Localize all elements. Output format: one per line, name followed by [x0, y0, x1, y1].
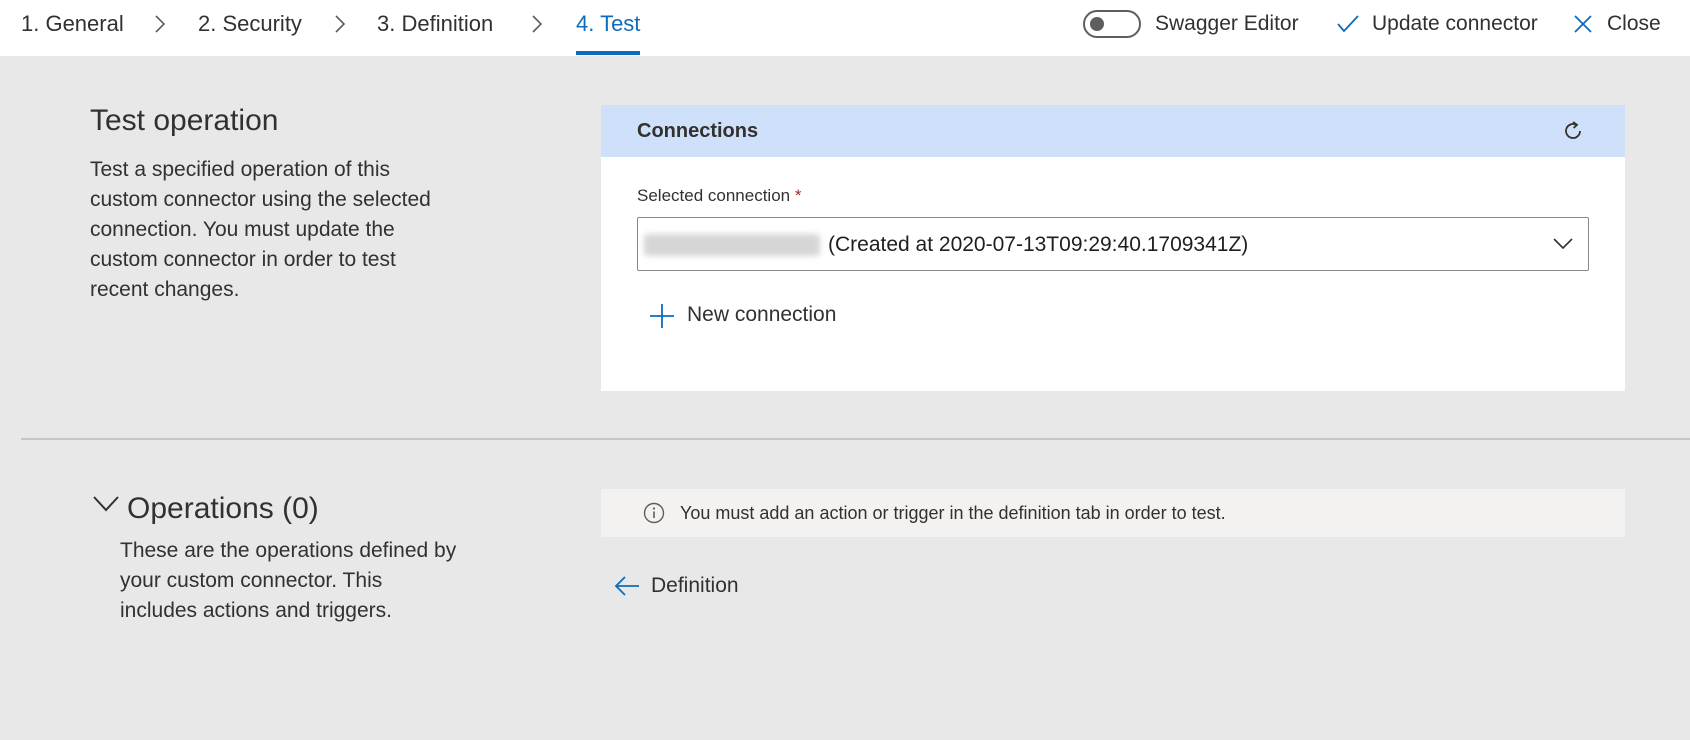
- chevron-right-icon: [155, 15, 166, 33]
- info-icon: [643, 502, 665, 524]
- refresh-icon[interactable]: [1561, 119, 1585, 143]
- arrow-left-icon: [614, 576, 639, 596]
- active-step-indicator: [576, 51, 640, 55]
- section-divider: [21, 438, 1690, 440]
- new-connection-label: New connection: [687, 303, 837, 326]
- info-message-bar: You must add an action or trigger in the…: [601, 489, 1625, 537]
- chevron-down-icon: [1553, 238, 1573, 250]
- checkmark-icon: [1337, 15, 1359, 33]
- step-definition[interactable]: 3. Definition: [377, 10, 493, 38]
- selected-connection-label-text: Selected connection: [637, 186, 791, 205]
- swagger-editor-label: Swagger Editor: [1155, 12, 1299, 35]
- operations-description: These are the operations defined by your…: [120, 539, 457, 622]
- chevron-right-icon: [335, 15, 346, 33]
- test-operation-description: Test a specified operation of this custo…: [90, 158, 431, 301]
- toggle-knob: [1090, 17, 1104, 31]
- swagger-editor-toggle[interactable]: [1083, 10, 1141, 38]
- connections-card: Connections Selected connection * (Creat…: [601, 105, 1625, 391]
- chevron-right-icon: [532, 15, 543, 33]
- connections-title: Connections: [637, 120, 759, 142]
- definition-link-label: Definition: [651, 574, 739, 597]
- step-test[interactable]: 4. Test: [576, 10, 640, 38]
- connections-header: Connections: [601, 105, 1625, 157]
- chevron-down-icon[interactable]: [92, 495, 120, 513]
- top-bar: 1. General 2. Security 3. Definition 4. …: [0, 0, 1690, 56]
- update-connector-button[interactable]: Update connector: [1372, 10, 1538, 38]
- operations-title: Operations (0): [127, 492, 319, 525]
- redacted-email: [644, 234, 820, 256]
- test-operation-title: Test operation: [90, 104, 279, 137]
- step-security[interactable]: 2. Security: [198, 10, 302, 38]
- close-icon: [1574, 15, 1592, 33]
- info-message-text: You must add an action or trigger in the…: [680, 503, 1226, 523]
- connection-dropdown[interactable]: (Created at 2020-07-13T09:29:40.1709341Z…: [637, 217, 1589, 271]
- plus-icon: [650, 304, 674, 328]
- connection-dropdown-value: (Created at 2020-07-13T09:29:40.1709341Z…: [828, 233, 1249, 256]
- step-general[interactable]: 1. General: [21, 10, 124, 38]
- selected-connection-label: Selected connection *: [637, 185, 801, 207]
- close-button[interactable]: Close: [1607, 10, 1661, 38]
- required-marker: *: [794, 186, 802, 205]
